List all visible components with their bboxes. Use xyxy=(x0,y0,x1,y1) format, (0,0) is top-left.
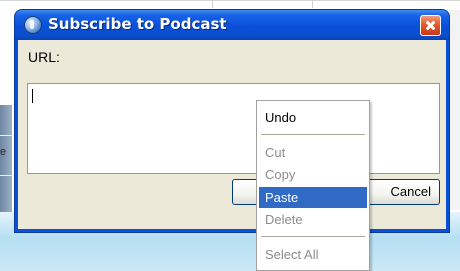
menu-item-select-all[interactable]: Select All xyxy=(259,244,367,265)
url-input[interactable] xyxy=(27,83,440,174)
text-caret xyxy=(32,89,33,103)
close-icon[interactable] xyxy=(420,15,441,36)
menu-item-delete[interactable]: Delete xyxy=(259,209,367,230)
background-right-edge xyxy=(449,10,460,210)
background-edge-text: e xyxy=(0,146,7,158)
podcast-icon xyxy=(24,16,42,34)
context-menu: Undo Cut Copy Paste Delete Select All xyxy=(256,100,370,271)
menu-separator xyxy=(261,134,365,135)
dialog-titlebar[interactable]: Subscribe to Podcast xyxy=(15,10,449,40)
menu-item-copy[interactable]: Copy xyxy=(259,164,367,185)
background-divider xyxy=(312,0,313,8)
background-divider xyxy=(212,0,213,8)
menu-item-cut[interactable]: Cut xyxy=(259,142,367,163)
background-sidebar-edge xyxy=(0,105,12,215)
menu-item-paste[interactable]: Paste xyxy=(259,187,367,208)
menu-item-undo[interactable]: Undo xyxy=(259,107,367,128)
url-label: URL: xyxy=(28,49,60,65)
background-divider xyxy=(0,0,460,1)
menu-separator xyxy=(261,236,365,237)
dialog-title: Subscribe to Podcast xyxy=(48,15,227,33)
